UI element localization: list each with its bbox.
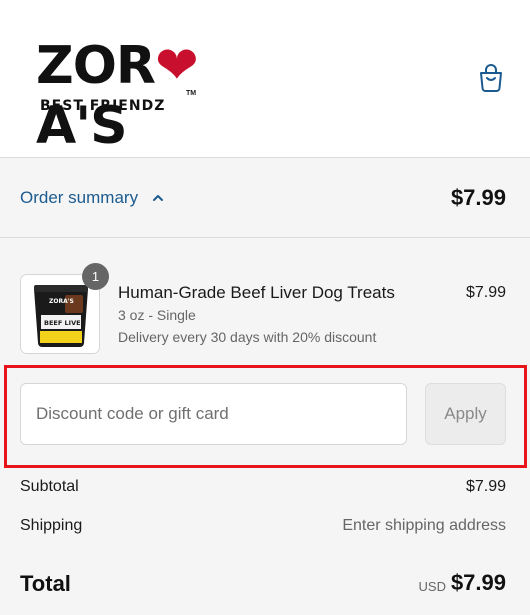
logo-trademark: TM xyxy=(186,90,197,97)
brand-logo[interactable]: ZOR❤A'S BEST FRIENDZ TM xyxy=(36,36,216,156)
order-summary-total: $7.99 xyxy=(450,185,506,210)
header: ZOR❤A'S BEST FRIENDZ TM xyxy=(0,0,530,158)
logo-tagline: BEST FRIENDZ xyxy=(40,98,166,114)
heart-icon: ❤ xyxy=(154,36,199,96)
quantity-badge: 1 xyxy=(82,263,109,290)
product-image-brand: ZORA'S xyxy=(49,298,74,305)
shipping-label: Shipping xyxy=(20,517,83,534)
subtotal-value: $7.99 xyxy=(465,478,506,495)
product-delivery-info: Delivery every 30 days with 20% discount xyxy=(118,329,377,345)
product-variant: 3 oz - Single xyxy=(118,307,196,323)
product-title: Human-Grade Beef Liver Dog Treats xyxy=(118,283,395,302)
shipping-value: Enter shipping address xyxy=(342,517,506,534)
chevron-up-icon[interactable] xyxy=(152,192,164,204)
total-currency: USD xyxy=(418,579,446,594)
apply-discount-button[interactable]: Apply xyxy=(425,383,506,445)
product-price: $7.99 xyxy=(465,284,506,301)
shopping-bag-icon[interactable] xyxy=(478,64,504,92)
order-summary-label[interactable]: Order summary xyxy=(20,188,138,208)
subtotal-label: Subtotal xyxy=(20,478,79,495)
total-value: $7.99 xyxy=(450,570,506,595)
discount-code-input[interactable] xyxy=(20,383,407,445)
total-label: Total xyxy=(20,571,71,596)
product-image-label: BEEF LIVER xyxy=(44,319,86,327)
order-summary-toggle[interactable]: Order summary $7.99 xyxy=(0,158,530,238)
